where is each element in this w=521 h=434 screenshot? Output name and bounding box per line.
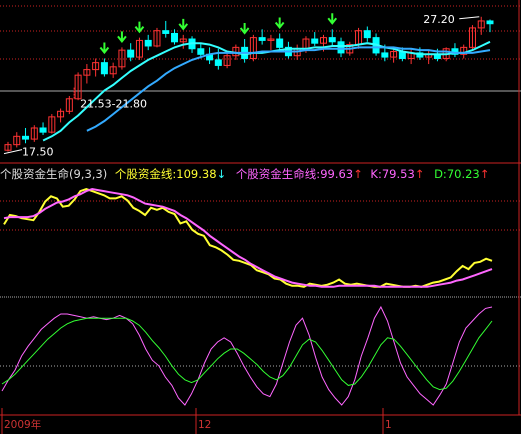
x-axis: 2009年 12 1 — [1, 408, 392, 434]
buy-signal-arrow — [134, 21, 145, 34]
buy-signal-arrow — [178, 18, 189, 31]
candle-body — [363, 30, 371, 39]
indicator-legend: 个股资金生命(9,3,3) 个股资金线:109.38↓ 个股资金生命线:99.6… — [0, 166, 489, 182]
buy-signal-arrow — [99, 42, 110, 55]
candle-body — [127, 49, 135, 58]
candle-body — [39, 127, 47, 133]
legend-value: 109.38 — [176, 167, 217, 181]
candle-body — [100, 62, 108, 75]
legend-value: 79.53 — [381, 167, 415, 181]
candle-body — [214, 59, 222, 66]
candle-body — [311, 38, 319, 44]
x-tick-label: 2009年 — [4, 418, 41, 431]
legend-title: 个股资金生命(9,3,3) — [0, 167, 108, 181]
indicator-line — [3, 187, 493, 288]
low-price-label: 17.50 — [22, 146, 54, 159]
buy-signal-arrow — [117, 31, 127, 43]
buy-signal-arrow — [327, 13, 338, 25]
candle-body — [171, 32, 179, 43]
legend-value: 99.63 — [320, 167, 354, 181]
grid-lines — [0, 0, 521, 416]
candle-body — [22, 135, 30, 140]
candlestick-series — [4, 16, 494, 152]
x-tick-label: 1 — [385, 419, 392, 431]
candle-body — [197, 48, 205, 55]
legend-item-k: K:79.53↑ — [370, 166, 424, 182]
stock-chart: 27.20 17.50 21.53-21.80 2009年 12 1 — [0, 0, 521, 434]
candle-body — [258, 37, 266, 41]
high-price-label: 27.20 — [423, 13, 455, 26]
legend-label: 个股资金线: — [114, 167, 177, 181]
buy-signal-arrow — [239, 23, 250, 35]
candle-body — [337, 41, 345, 54]
legend-label: 个股资金生命线: — [235, 167, 321, 181]
candle-body — [328, 37, 336, 43]
candle-body — [144, 39, 152, 47]
legend-item-d: D:70.23↑ — [434, 166, 489, 182]
kd-lines — [1, 305, 493, 406]
arrow-up-icon: ↑ — [414, 167, 425, 181]
legend-item-life-line: 个股资金生命线:99.63↑ — [236, 166, 363, 182]
legend-value: 70.23 — [446, 167, 480, 181]
legend-item-fund-line: 个股资金线:109.38↓ — [115, 166, 226, 182]
gap-price-label: 21.53-21.80 — [80, 98, 147, 111]
candle-body — [162, 30, 170, 34]
kd-line — [1, 317, 493, 391]
indicator-lines — [3, 187, 493, 288]
x-tick-label: 12 — [198, 419, 211, 431]
legend-label: D: — [434, 167, 447, 181]
candle-body — [486, 20, 494, 25]
candle-body — [276, 38, 284, 48]
arrow-down-icon: ↓ — [216, 167, 227, 181]
legend-label: K: — [370, 167, 382, 181]
high-marker-line — [459, 16, 480, 20]
indicator-line — [3, 187, 493, 288]
candle-body — [381, 52, 389, 58]
buy-signal-arrow — [274, 17, 285, 30]
arrow-up-icon: ↑ — [353, 167, 363, 181]
arrow-up-icon: ↑ — [479, 167, 490, 181]
